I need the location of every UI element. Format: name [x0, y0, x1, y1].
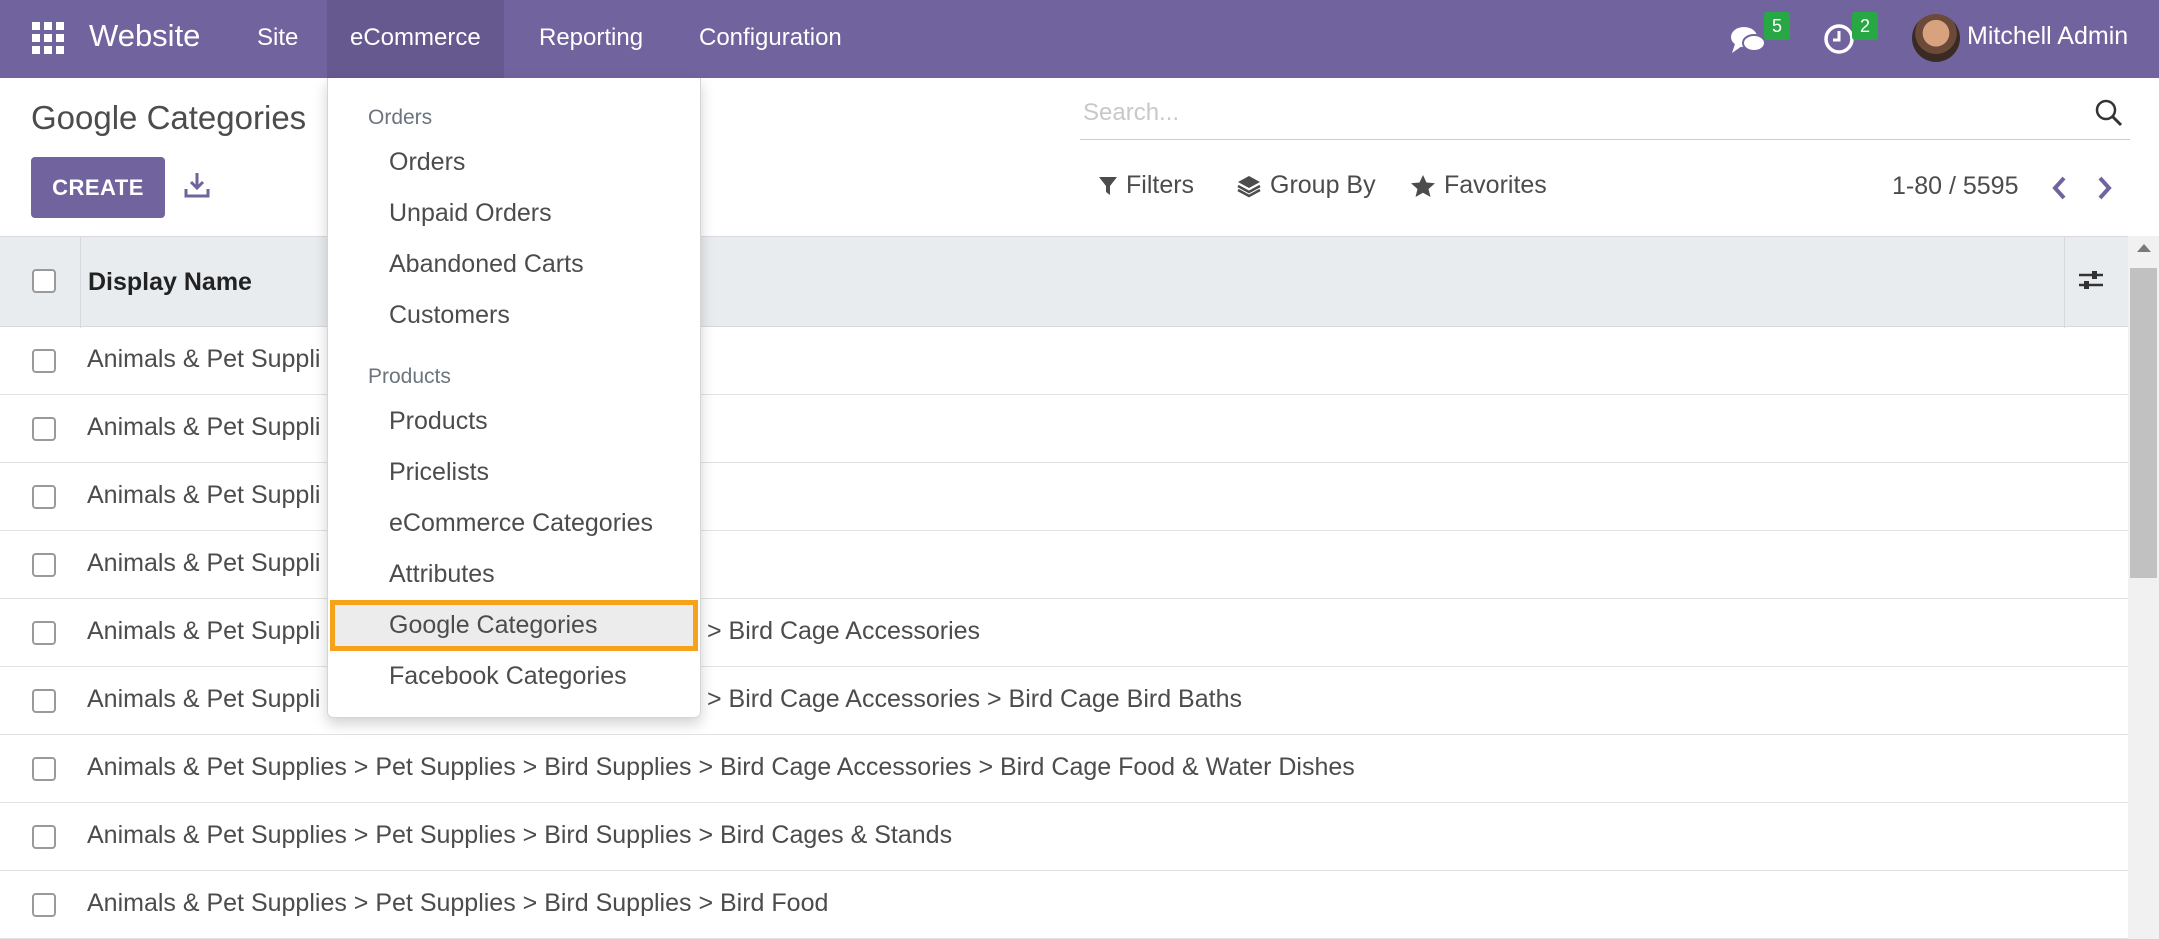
- menu-configuration[interactable]: Configuration: [676, 0, 865, 78]
- filters-button[interactable]: Filters: [1098, 171, 1194, 200]
- column-divider: [2064, 237, 2065, 328]
- favorites-label: Favorites: [1444, 171, 1547, 199]
- column-header-display-name[interactable]: Display Name: [88, 268, 252, 297]
- row-checkbox[interactable]: [32, 553, 56, 577]
- menu-item-customers[interactable]: Customers: [328, 290, 700, 341]
- row-display-name[interactable]: Animals & Pet Suppli: [87, 549, 320, 578]
- list-header: Display Name: [0, 236, 2128, 328]
- row-display-name[interactable]: Animals & Pet Suppli: [87, 617, 320, 646]
- menu-item-orders[interactable]: Orders: [328, 137, 700, 188]
- row-display-name[interactable]: Animals & Pet Suppli: [87, 345, 320, 374]
- pager-next-icon[interactable]: [2092, 174, 2116, 202]
- row-display-name[interactable]: Animals & Pet Supplies > Pet Supplies > …: [87, 889, 828, 918]
- menu-item-ecommerce-categories[interactable]: eCommerce Categories: [328, 498, 700, 549]
- table-row[interactable]: Animals & Pet Supplies > Pet Supplies > …: [0, 871, 2128, 939]
- page-title: Google Categories: [31, 99, 307, 136]
- list-scrollbar[interactable]: [2128, 236, 2159, 939]
- row-display-name[interactable]: Animals & Pet Supplies > Pet Supplies > …: [87, 821, 952, 850]
- filter-icon: [1099, 176, 1117, 195]
- favorites-button[interactable]: Favorites: [1410, 171, 1547, 200]
- row-checkbox[interactable]: [32, 757, 56, 781]
- apps-menu-icon[interactable]: [32, 22, 64, 54]
- row-display-name-tail[interactable]: > Bird Cage Accessories: [707, 617, 980, 646]
- row-checkbox[interactable]: [32, 349, 56, 373]
- menu-item-unpaid-orders[interactable]: Unpaid Orders: [328, 188, 700, 239]
- row-display-name[interactable]: Animals & Pet Supplies > Pet Supplies > …: [87, 753, 1355, 782]
- row-checkbox[interactable]: [32, 825, 56, 849]
- row-display-name[interactable]: Animals & Pet Suppli: [87, 413, 320, 442]
- activities-count-badge: 2: [1852, 12, 1878, 40]
- table-row[interactable]: Animals & Pet Suppli > Bird Cage Accessor…: [0, 667, 2128, 735]
- pager-previous-icon[interactable]: [2048, 174, 2072, 202]
- menu-reporting[interactable]: Reporting: [516, 0, 666, 78]
- messages-icon[interactable]: [1730, 25, 1766, 55]
- search-bar[interactable]: Search...: [1080, 92, 2130, 140]
- menu-item-facebook-categories[interactable]: Facebook Categories: [328, 651, 700, 702]
- row-display-name[interactable]: Animals & Pet Suppli: [87, 685, 320, 714]
- app-name[interactable]: Website: [89, 18, 200, 54]
- row-display-name-tail[interactable]: > Bird Cage Accessories > Bird Cage Bird…: [707, 685, 1242, 714]
- layers-icon: [1237, 175, 1261, 197]
- table-row[interactable]: Animals & Pet Suppli: [0, 327, 2128, 395]
- row-checkbox[interactable]: [32, 621, 56, 645]
- optional-columns-icon[interactable]: [2076, 265, 2106, 295]
- row-checkbox[interactable]: [32, 417, 56, 441]
- user-menu-name[interactable]: Mitchell Admin: [1967, 22, 2128, 51]
- top-navbar: Website Site eCommerce Reporting Configu…: [0, 0, 2159, 78]
- star-icon: [1411, 174, 1435, 197]
- list-body: Animals & Pet Suppli Animals & Pet Suppl…: [0, 327, 2128, 939]
- table-row[interactable]: Animals & Pet Suppli: [0, 531, 2128, 599]
- menu-item-abandoned-carts[interactable]: Abandoned Carts: [328, 239, 700, 290]
- group-by-label: Group By: [1270, 171, 1376, 199]
- menu-ecommerce[interactable]: eCommerce: [327, 0, 504, 78]
- row-checkbox[interactable]: [32, 893, 56, 917]
- scroll-up-arrow-icon[interactable]: [2137, 244, 2151, 252]
- table-row[interactable]: Animals & Pet Supplies > Pet Supplies > …: [0, 803, 2128, 871]
- table-row[interactable]: Animals & Pet Suppli: [0, 463, 2128, 531]
- table-row[interactable]: Animals & Pet Supplies > Pet Supplies > …: [0, 735, 2128, 803]
- pager-value[interactable]: 1-80 / 5595: [1892, 172, 2019, 201]
- select-all-checkbox[interactable]: [32, 269, 56, 293]
- column-divider: [80, 237, 81, 328]
- ecommerce-dropdown-menu: Orders Orders Unpaid Orders Abandoned Ca…: [327, 78, 701, 718]
- activities-clock-icon[interactable]: [1823, 23, 1855, 55]
- menu-item-pricelists[interactable]: Pricelists: [328, 447, 700, 498]
- search-icon[interactable]: [2094, 98, 2124, 128]
- search-input[interactable]: Search...: [1083, 99, 1179, 127]
- menu-item-products[interactable]: Products: [328, 396, 700, 447]
- messages-count-badge: 5: [1764, 12, 1790, 40]
- user-avatar[interactable]: [1912, 14, 1960, 62]
- row-display-name[interactable]: Animals & Pet Suppli: [87, 481, 320, 510]
- menu-site[interactable]: Site: [234, 0, 321, 78]
- table-row[interactable]: Animals & Pet Suppli: [0, 395, 2128, 463]
- scrollbar-thumb[interactable]: [2130, 268, 2157, 578]
- dropdown-section-orders: Orders: [368, 106, 433, 129]
- dropdown-section-products: Products: [368, 365, 451, 388]
- row-checkbox[interactable]: [32, 485, 56, 509]
- download-icon[interactable]: [184, 171, 210, 199]
- filters-label: Filters: [1126, 171, 1195, 199]
- menu-item-attributes[interactable]: Attributes: [328, 549, 700, 600]
- create-button[interactable]: CREATE: [31, 157, 165, 218]
- menu-item-google-categories[interactable]: Google Categories: [330, 600, 698, 651]
- row-checkbox[interactable]: [32, 689, 56, 713]
- table-row[interactable]: Animals & Pet Suppli > Bird Cage Accessor…: [0, 599, 2128, 667]
- group-by-button[interactable]: Group By: [1236, 171, 1376, 200]
